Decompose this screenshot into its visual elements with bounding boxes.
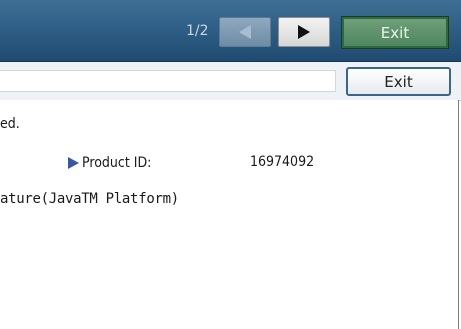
triangle-bullet-icon [68, 157, 79, 169]
exit-button[interactable]: Exit [346, 67, 451, 96]
product-id-row: Product ID: [68, 154, 151, 172]
triangle-right-icon [298, 25, 310, 39]
content-text-line: ed. [0, 116, 20, 132]
info-field [0, 70, 336, 92]
top-bar: 1/2 Exit [0, 0, 461, 62]
next-page-button[interactable] [278, 17, 330, 47]
content-panel: ed. Product ID: 16974092 ature(JavaTM Pl… [0, 100, 459, 329]
secondary-toolbar: Exit [0, 62, 461, 101]
triangle-left-icon [239, 25, 251, 39]
content-text-line-platform: ature(JavaTM Platform) [0, 191, 179, 207]
product-id-value: 16974092 [250, 154, 315, 170]
exit-button-top[interactable]: Exit [341, 16, 449, 49]
product-id-label: Product ID: [82, 155, 152, 171]
previous-page-button[interactable] [219, 17, 271, 47]
page-indicator: 1/2 [186, 23, 209, 39]
